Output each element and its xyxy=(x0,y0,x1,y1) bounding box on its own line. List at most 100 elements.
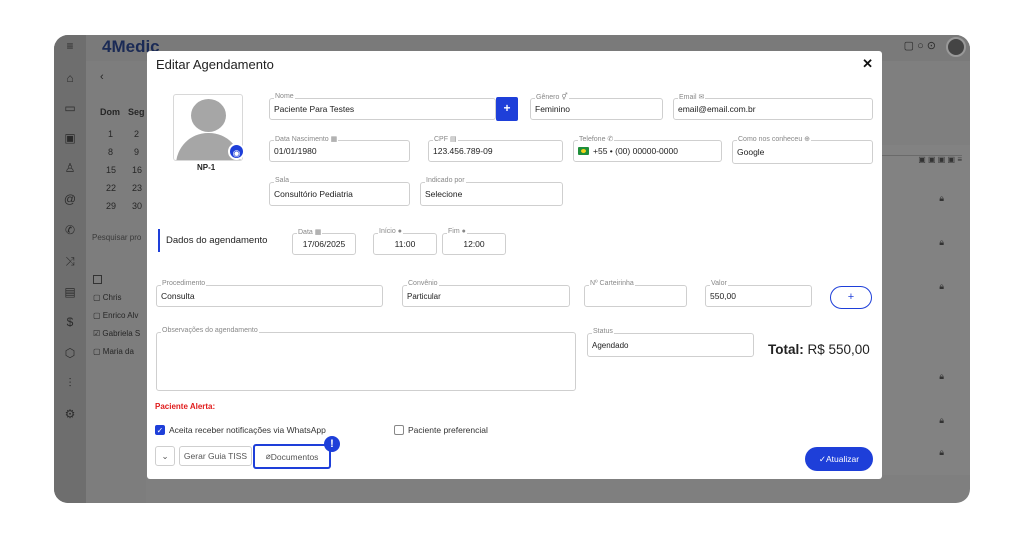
user-avatar[interactable] xyxy=(946,37,966,57)
shuffle-icon[interactable]: ⤨ xyxy=(63,254,77,268)
patient-code: NP-1 xyxy=(197,163,216,172)
professional-search-placeholder[interactable]: Pesquisar pro xyxy=(92,233,141,242)
whatsapp-checkbox[interactable]: ✓ xyxy=(155,425,165,435)
wallet-icon[interactable]: ▣ xyxy=(63,131,77,145)
procedure-value: Consulta xyxy=(161,291,195,301)
menu-icon[interactable]: ≡ xyxy=(63,39,77,53)
lock-icon: 🔒︎ xyxy=(939,415,944,425)
start-time-field[interactable]: Início ● 11:00 xyxy=(373,228,437,255)
birthdate-field[interactable]: Data Nascimento ▦ 01/01/1980 xyxy=(269,135,410,162)
lock-icon: 🔒︎ xyxy=(939,281,944,291)
lock-icon: 🔒︎ xyxy=(939,237,944,247)
calendar-day[interactable]: 30 xyxy=(132,201,142,211)
status-select[interactable]: Status Agendado xyxy=(587,328,754,357)
calendar-icon[interactable]: ▭ xyxy=(63,101,77,115)
box-icon[interactable]: ⬡ xyxy=(63,346,77,360)
end-time-field[interactable]: Fim ● 12:00 xyxy=(442,228,506,255)
notification-icons[interactable]: ▢ ○ ⊙ xyxy=(904,39,936,52)
phone-value: +55 • (00) 00000-0000 xyxy=(593,146,678,156)
room-value: Consultório Pediatria xyxy=(274,189,353,199)
whatsapp-label: Aceita receber notificações via WhatsApp xyxy=(169,425,326,435)
insurance-value: Particular xyxy=(407,291,441,301)
calendar-day[interactable]: 22 xyxy=(106,183,116,193)
referral-source-select[interactable]: Como nos conheceu ⊕ Google xyxy=(732,135,873,164)
globe-icon: ⊕ xyxy=(804,136,811,143)
modal-title: Editar Agendamento xyxy=(156,57,274,72)
cpf-value: 123.456.789-09 xyxy=(433,146,493,156)
phone-icon[interactable]: ✆ xyxy=(63,223,77,237)
calendar-day[interactable]: 15 xyxy=(106,165,116,175)
calendar-day[interactable]: 8 xyxy=(108,147,113,157)
end-time-value: 12:00 xyxy=(463,239,485,249)
add-procedure-button[interactable]: + xyxy=(830,286,872,309)
update-button[interactable]: ✓ Atualizar xyxy=(805,447,873,471)
phone-field[interactable]: Telefone ✆ +55 • (00) 00000-0000 xyxy=(573,135,722,162)
chart-icon[interactable]: ⫶ xyxy=(63,376,77,390)
start-time-value: 11:00 xyxy=(394,239,416,249)
notes-textarea[interactable]: Observações do agendamento xyxy=(156,327,576,391)
gear-icon[interactable]: ⚙ xyxy=(63,407,77,421)
preferential-checkbox[interactable] xyxy=(394,425,404,435)
referred-by-select[interactable]: Indicado por Selecione xyxy=(420,177,563,206)
professional-item[interactable]: ▢ Chris xyxy=(93,293,121,302)
professional-item[interactable]: ☑ Gabriela S xyxy=(93,329,140,338)
preferential-option[interactable]: Paciente preferencial xyxy=(394,425,488,435)
day-header: Seg xyxy=(128,107,145,117)
lock-icon: 🔒︎ xyxy=(939,447,944,457)
brazil-flag-icon[interactable] xyxy=(578,147,589,155)
add-patient-button[interactable]: + xyxy=(496,97,518,121)
email-value: email@email.com.br xyxy=(678,104,756,114)
at-icon[interactable]: @ xyxy=(63,192,77,206)
whatsapp-option[interactable]: ✓ Aceita receber notificações via WhatsA… xyxy=(155,425,326,435)
name-value: Paciente Para Testes xyxy=(274,104,355,114)
professional-item[interactable]: ▢ Maria da xyxy=(93,347,134,356)
tutorial-hint-badge: ! xyxy=(324,436,340,452)
card-number-field[interactable]: Nº Carteirinha xyxy=(584,280,687,307)
prev-month-icon[interactable]: ‹ xyxy=(100,71,104,83)
calendar-small-icon: ▦ xyxy=(330,136,338,143)
card-number-label: Nº Carteirinha xyxy=(589,280,635,287)
price-field[interactable]: Valor 550,00 xyxy=(705,280,812,307)
day-header: Dom xyxy=(100,107,120,117)
calendar-day[interactable]: 16 xyxy=(132,165,142,175)
schedule-grid xyxy=(880,145,970,475)
chevron-down-icon: ⌄ xyxy=(161,450,169,461)
calendar-day[interactable]: 2 xyxy=(134,129,139,139)
cpf-field[interactable]: CPF ▤ 123.456.789-09 xyxy=(428,135,563,162)
calendar-day[interactable]: 23 xyxy=(132,183,142,193)
lock-icon: 🔒︎ xyxy=(939,193,944,203)
toolbar-icons[interactable]: ▣ ▣ ▣ ▣ ≡ xyxy=(918,155,962,164)
birthdate-value: 01/01/1980 xyxy=(274,146,317,156)
name-field[interactable]: Nome Paciente Para Testes xyxy=(269,93,496,120)
documents-button[interactable]: ⌀ Documentos xyxy=(253,444,331,469)
mini-calendar: ‹ Dom Seg 1 2 8 9 15 16 22 23 29 30 Pesq… xyxy=(86,61,146,503)
professional-item[interactable]: ▢ Enrico Alv xyxy=(93,311,138,320)
gender-select[interactable]: Gênero ⚥ Feminino xyxy=(530,93,663,120)
documents-label: Documentos xyxy=(270,451,319,462)
status-value: Agendado xyxy=(592,340,629,350)
preferential-label: Paciente preferencial xyxy=(408,425,488,435)
total-amount: Total: R$ 550,00 xyxy=(768,342,870,357)
more-actions-button[interactable]: ⌄ xyxy=(155,446,175,466)
close-icon[interactable]: ✕ xyxy=(862,56,873,72)
list-icon[interactable]: ▤ xyxy=(63,285,77,299)
referred-by-value: Selecione xyxy=(425,189,463,199)
calendar-day[interactable]: 1 xyxy=(108,129,113,139)
lock-icon: 🔒︎ xyxy=(939,371,944,381)
calendar-day[interactable]: 29 xyxy=(106,201,116,211)
room-select[interactable]: Sala Consultório Pediatria xyxy=(269,177,410,206)
total-label: Total: xyxy=(768,342,804,357)
section-title: Dados do agendamento xyxy=(158,229,267,252)
select-all-checkbox[interactable] xyxy=(93,275,102,284)
date-field[interactable]: Data ▦ 17/06/2025 xyxy=(292,228,356,255)
home-icon[interactable]: ⌂ xyxy=(63,71,77,85)
generate-tiss-button[interactable]: Gerar Guia TISS xyxy=(179,446,252,466)
referral-source-value: Google xyxy=(737,147,765,157)
email-field[interactable]: Email ✉ email@email.com.br xyxy=(673,93,873,120)
procedure-select[interactable]: Procedimento Consulta xyxy=(156,280,383,307)
camera-icon[interactable]: ◉ xyxy=(228,143,245,160)
user-icon[interactable]: ♙ xyxy=(63,161,77,175)
insurance-select[interactable]: Convênio Particular xyxy=(402,280,570,307)
calendar-day[interactable]: 9 xyxy=(134,147,139,157)
dollar-icon[interactable]: $ xyxy=(63,315,77,329)
